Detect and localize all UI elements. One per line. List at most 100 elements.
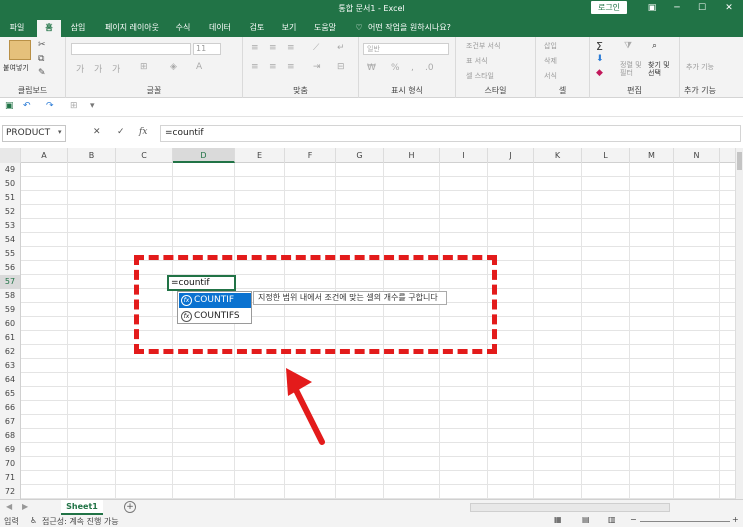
enter-icon[interactable]: ✓ (117, 127, 125, 137)
italic-icon[interactable]: 가 (94, 62, 102, 75)
column-header-a[interactable]: A (21, 148, 68, 163)
add-sheet-icon[interactable]: + (124, 501, 136, 513)
column-header-l[interactable]: L (582, 148, 630, 163)
normal-view-icon[interactable]: ▦ (554, 515, 562, 524)
border-icon[interactable]: ⊞ (140, 62, 148, 72)
currency-icon[interactable]: ₩ (367, 63, 376, 73)
percent-icon[interactable]: % (391, 63, 400, 73)
row-header[interactable]: 59 (0, 303, 21, 317)
column-header-i[interactable]: I (440, 148, 488, 163)
find-select-button[interactable]: 찾기 및 선택 (648, 61, 678, 77)
number-format-box[interactable]: 일반 (363, 43, 449, 55)
align-top-icon[interactable]: ≡ (251, 43, 259, 53)
delete-cells-button[interactable]: 삭제 (544, 56, 557, 66)
fill-color-icon[interactable]: ◈ (170, 62, 177, 72)
row-header[interactable]: 50 (0, 177, 21, 191)
format-painter-icon[interactable]: ✎ (38, 68, 46, 78)
horizontal-scrollbar[interactable] (470, 503, 670, 512)
column-header-n[interactable]: N (674, 148, 720, 163)
align-right-icon[interactable]: ≡ (287, 62, 295, 72)
row-header[interactable]: 68 (0, 429, 21, 443)
paste-label[interactable]: 붙여넣기 (3, 63, 29, 73)
cell-styles-button[interactable]: 셀 스타일 (466, 71, 494, 81)
maximize-icon[interactable]: ☐ (695, 1, 709, 15)
vertical-scroll-thumb[interactable] (737, 152, 742, 170)
row-header[interactable]: 67 (0, 415, 21, 429)
align-middle-icon[interactable]: ≡ (269, 43, 277, 53)
merge-icon[interactable]: ⊟ (337, 62, 345, 72)
row-header[interactable]: 69 (0, 443, 21, 457)
tab-formulas[interactable]: 수식 (169, 20, 197, 37)
row-header[interactable]: 64 (0, 373, 21, 387)
tab-help[interactable]: 도움말 (307, 20, 343, 37)
format-table-button[interactable]: 표 서식 (466, 56, 488, 66)
autosum-icon[interactable]: Σ (596, 40, 603, 53)
align-left-icon[interactable]: ≡ (251, 62, 259, 72)
cut-icon[interactable]: ✂ (38, 40, 46, 50)
row-header[interactable]: 70 (0, 457, 21, 471)
font-size-box[interactable]: 11 (193, 43, 221, 55)
row-header[interactable]: 53 (0, 219, 21, 233)
tab-file[interactable]: 파일 (4, 20, 30, 37)
login-button[interactable]: 로그인 (591, 1, 627, 14)
align-center-icon[interactable]: ≡ (269, 62, 277, 72)
insert-function-icon[interactable]: fx (139, 127, 147, 137)
row-header[interactable]: 71 (0, 471, 21, 485)
undo-icon[interactable]: ↶ (23, 101, 31, 111)
column-header-h[interactable]: H (384, 148, 440, 163)
formula-input[interactable]: =countif (160, 125, 741, 142)
row-header[interactable]: 62 (0, 345, 21, 359)
column-header-f[interactable]: F (285, 148, 336, 163)
font-color-icon[interactable]: A (196, 62, 202, 72)
save-icon[interactable]: ▣ (5, 101, 14, 111)
tab-data[interactable]: 데이터 (203, 20, 237, 37)
column-header-b[interactable]: B (68, 148, 116, 163)
tab-home[interactable]: 홈 (37, 20, 61, 37)
wrap-text-icon[interactable]: ↵ (337, 43, 345, 53)
column-header-j[interactable]: J (488, 148, 534, 163)
paste-icon[interactable] (9, 40, 31, 60)
row-header[interactable]: 52 (0, 205, 21, 219)
customize-qat-icon[interactable]: ▾ (90, 101, 95, 111)
comma-icon[interactable]: , (411, 63, 414, 73)
row-header[interactable]: 58 (0, 289, 21, 303)
column-header-c[interactable]: C (116, 148, 173, 163)
accessibility-status[interactable]: 접근성: 계속 진행 가능 (42, 516, 119, 527)
row-header[interactable]: 51 (0, 191, 21, 205)
name-box[interactable]: PRODUCT (2, 125, 66, 142)
row-header[interactable]: 60 (0, 317, 21, 331)
align-bottom-icon[interactable]: ≡ (287, 43, 295, 53)
row-header[interactable]: 72 (0, 485, 21, 499)
clear-icon[interactable]: ◆ (596, 68, 603, 78)
cancel-icon[interactable]: ✕ (93, 127, 101, 137)
row-header[interactable]: 65 (0, 387, 21, 401)
decimal-icon[interactable]: .0 (425, 63, 434, 73)
column-header-m[interactable]: M (630, 148, 674, 163)
bold-icon[interactable]: 가 (76, 62, 84, 75)
zoom-out-icon[interactable]: − (630, 515, 637, 524)
conditional-format-button[interactable]: 조건부 서식 (466, 41, 500, 51)
redo-icon[interactable]: ↷ (46, 101, 54, 111)
prev-sheet-icon[interactable]: ◀ (6, 502, 12, 511)
name-box-dropdown-icon[interactable]: ▾ (58, 128, 62, 136)
row-header[interactable]: 66 (0, 401, 21, 415)
format-cells-button[interactable]: 서식 (544, 71, 557, 81)
font-name-box[interactable] (71, 43, 191, 55)
ribbon-display-icon[interactable]: ▣ (645, 1, 659, 15)
insert-cells-button[interactable]: 삽입 (544, 41, 557, 51)
page-layout-view-icon[interactable]: ▤ (582, 515, 590, 524)
find-select-icon[interactable]: ⌕ (652, 41, 657, 51)
row-header[interactable]: 55 (0, 247, 21, 261)
row-header[interactable]: 57 (0, 275, 21, 289)
sheet-tab-sheet1[interactable]: Sheet1 (61, 500, 103, 515)
row-header[interactable]: 56 (0, 261, 21, 275)
form-icon[interactable]: ⊞ (70, 101, 78, 111)
tab-view[interactable]: 보기 (276, 20, 302, 37)
select-all-corner[interactable] (0, 148, 21, 163)
sort-filter-icon[interactable]: ⧩ (624, 41, 632, 51)
column-header-e[interactable]: E (235, 148, 285, 163)
underline-icon[interactable]: 가 (112, 62, 120, 75)
tell-me-input[interactable]: 어떤 작업을 원하시나요? (368, 20, 460, 37)
row-header[interactable]: 63 (0, 359, 21, 373)
tab-page-layout[interactable]: 페이지 레이아웃 (97, 20, 167, 37)
